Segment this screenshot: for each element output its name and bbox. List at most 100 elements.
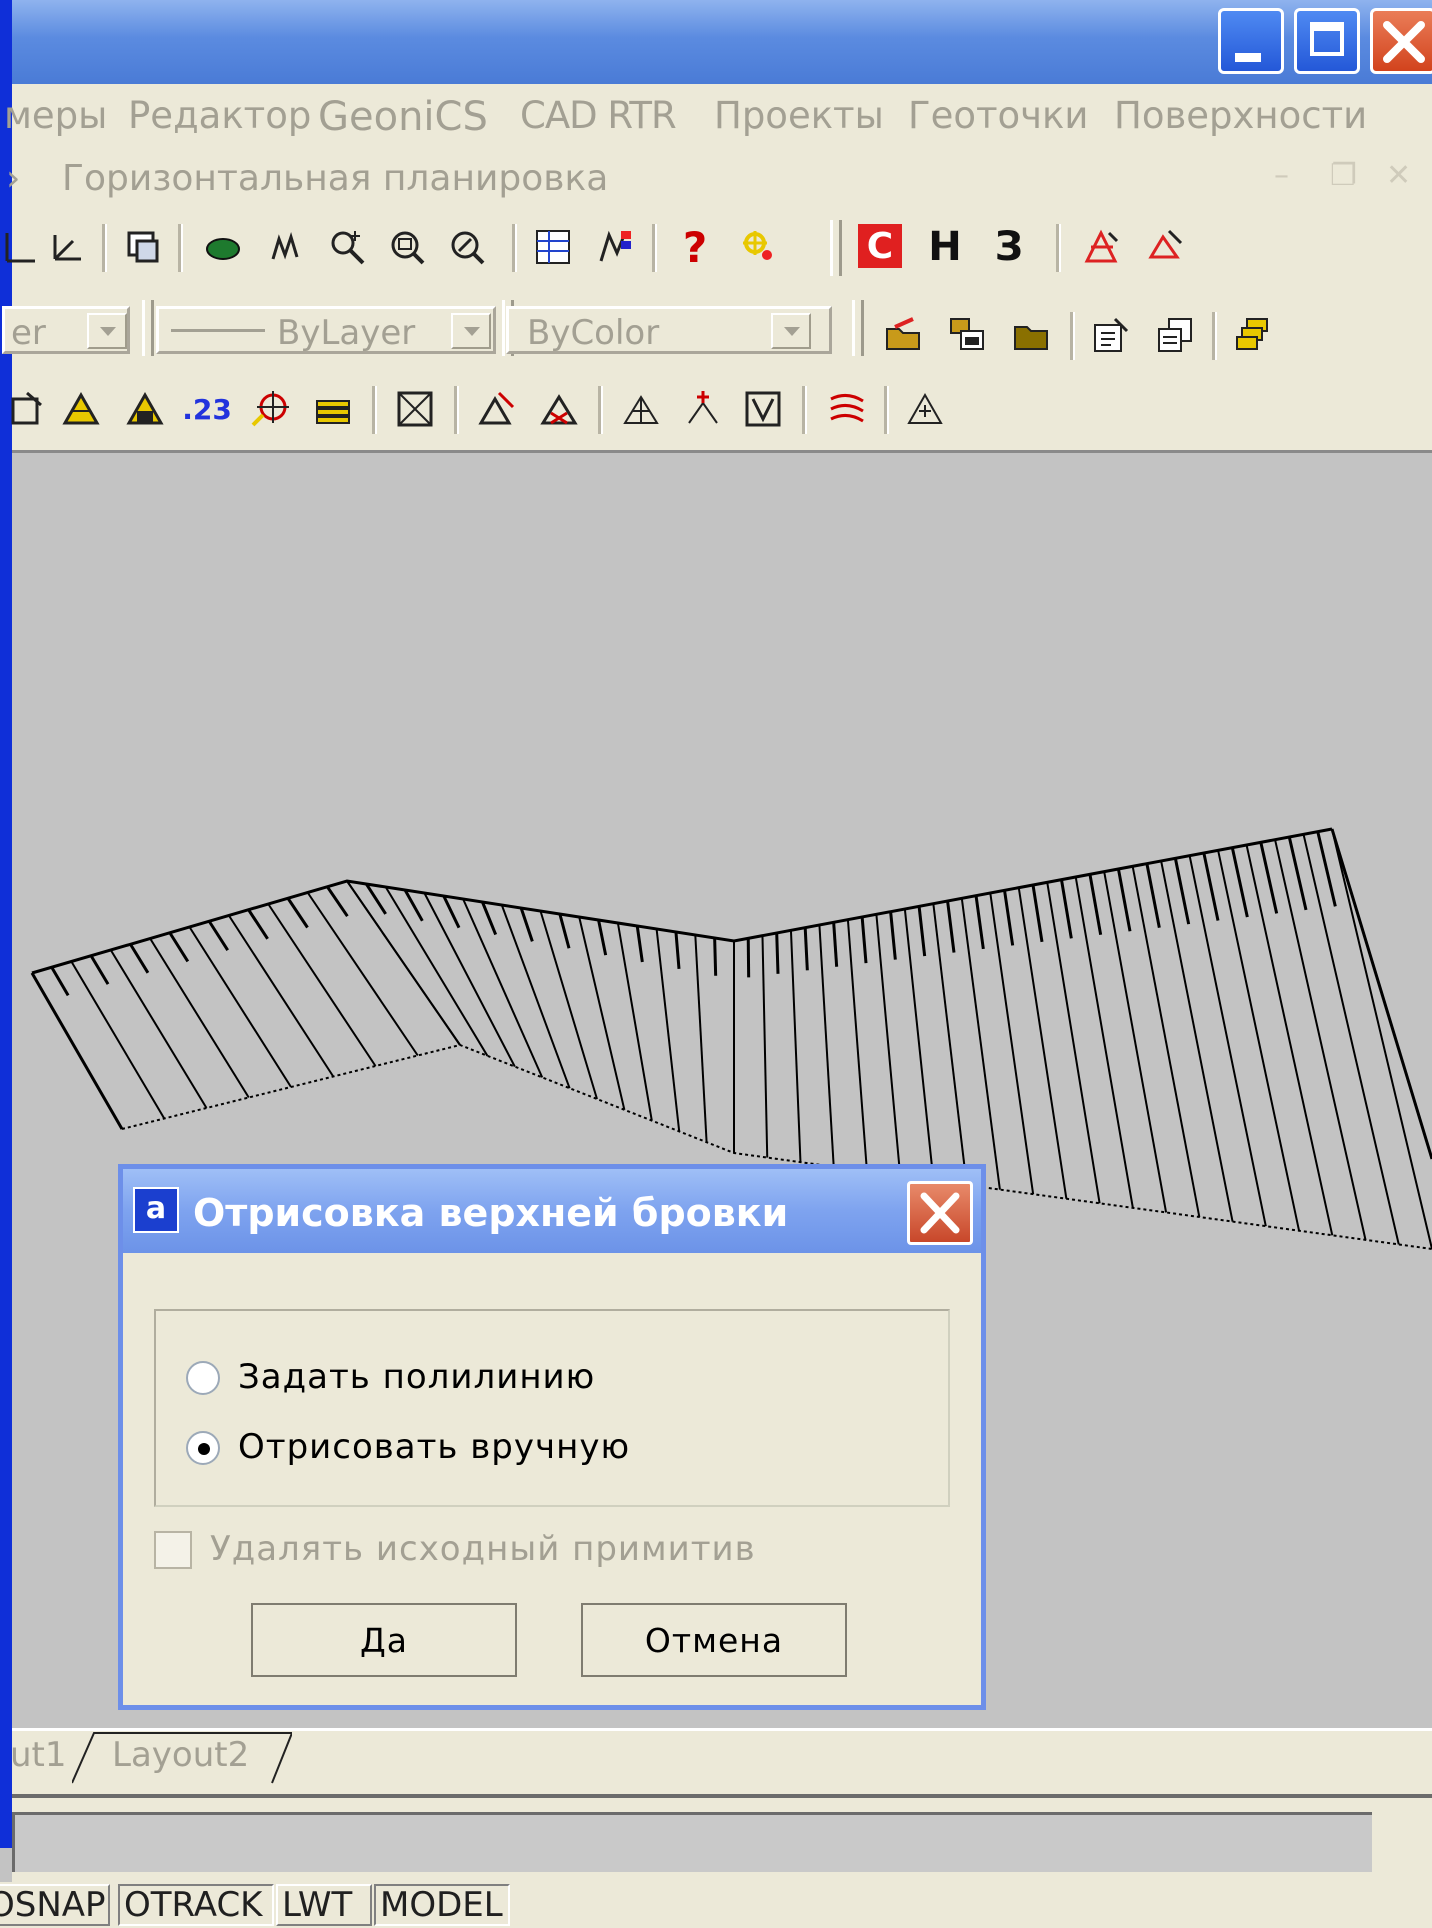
command-input[interactable] <box>12 1812 1372 1872</box>
copy-properties-icon[interactable] <box>1152 312 1198 358</box>
hatch-line <box>1088 874 1103 936</box>
help-icon[interactable]: ? <box>672 223 718 272</box>
ucs-icon[interactable] <box>0 224 44 270</box>
linetype-combo-arrow-icon[interactable] <box>451 313 491 349</box>
point-delete-icon[interactable] <box>1142 224 1188 270</box>
toolbar-area: ? C Н З er ByLayer ByColor .23 <box>2 214 1432 450</box>
hatch-line <box>903 908 935 1181</box>
autocad-window: меры Редактор GeoniCS CAD RTR Проекты Ге… <box>0 0 1432 1928</box>
hatch-line <box>694 934 708 1143</box>
hatch-line <box>1316 831 1337 907</box>
menu-item-geopoints[interactable]: Геоточки <box>908 94 1088 137</box>
zoom-realtime-icon[interactable] <box>324 224 370 270</box>
layer-combo[interactable]: er <box>2 306 130 354</box>
hatch-line <box>228 914 335 1078</box>
hatch-line <box>960 898 1001 1190</box>
delete-source-checkbox[interactable] <box>154 1531 192 1569</box>
zoom-previous-icon[interactable] <box>444 224 490 270</box>
mode-groupbox: Задать полилинию Отрисовать вручную <box>154 1309 950 1507</box>
design-center-icon[interactable] <box>592 224 638 270</box>
layer-stack-icon[interactable] <box>1230 312 1276 358</box>
status-otrack[interactable]: OTRACK <box>118 1884 274 1926</box>
slope-icon[interactable] <box>902 386 948 432</box>
menu-item-dimensions[interactable]: меры <box>4 94 107 137</box>
close-button[interactable] <box>1370 8 1432 74</box>
menu-item-projects[interactable]: Проекты <box>714 94 884 137</box>
hatch-line <box>775 932 780 974</box>
geo-c-button[interactable]: C <box>858 224 902 268</box>
menu-item-surfaces[interactable]: Поверхности <box>1114 94 1367 137</box>
window-titlebar[interactable] <box>12 0 1432 84</box>
ok-button[interactable]: Да <box>251 1603 517 1677</box>
check-box-icon[interactable] <box>740 386 786 432</box>
delete-source-option[interactable]: Удалять исходный примитив <box>154 1525 854 1575</box>
menu-item-geonics[interactable]: GeoniCS <box>318 94 488 140</box>
color-combo-arrow-icon[interactable] <box>771 313 811 349</box>
hatch-line <box>539 910 598 1100</box>
geo-z-button[interactable]: З <box>986 224 1032 270</box>
hatch-line <box>168 931 190 963</box>
crosshair-icon[interactable] <box>248 386 294 432</box>
hatch-line <box>1145 863 1161 928</box>
radio-manual[interactable] <box>186 1431 220 1465</box>
cancel-button[interactable]: Отмена <box>581 1603 847 1677</box>
tin-icon[interactable] <box>618 386 664 432</box>
folder-icon[interactable] <box>1008 312 1054 358</box>
doc-close-icon[interactable]: ✕ <box>1386 158 1411 193</box>
status-lwt[interactable]: LWT <box>276 1884 372 1926</box>
hatch-line <box>1116 868 1132 932</box>
zoom-window-icon[interactable] <box>384 224 430 270</box>
maximize-button[interactable] <box>1294 8 1360 74</box>
view-icon[interactable] <box>120 224 166 270</box>
layers-copy-icon[interactable] <box>944 312 990 358</box>
hatch-line <box>578 916 626 1111</box>
hatch-line <box>1031 884 1044 943</box>
hatch-line <box>286 897 309 929</box>
menu-item-editor[interactable]: Редактор <box>128 94 311 137</box>
hatch-line <box>89 954 110 985</box>
geo-tool-3-icon[interactable] <box>122 386 168 432</box>
properties-grid-icon[interactable] <box>530 224 576 270</box>
doc-prefix: › <box>6 158 21 199</box>
doc-restore-icon[interactable]: ❐ <box>1330 158 1357 193</box>
minimize-button[interactable] <box>1218 8 1284 74</box>
properties-icon[interactable] <box>1088 312 1134 358</box>
status-osnap[interactable]: OSNAP <box>0 1884 110 1926</box>
geo-h-button[interactable]: Н <box>922 224 968 270</box>
hatch-line <box>109 949 208 1109</box>
open-file-icon[interactable] <box>880 312 926 358</box>
doc-minimize-icon[interactable]: – <box>1274 158 1289 193</box>
point-edit-icon[interactable] <box>1078 224 1124 270</box>
hatch-line <box>188 926 292 1088</box>
dialog-close-button[interactable] <box>907 1181 973 1245</box>
status-model[interactable]: MODEL <box>374 1884 510 1926</box>
tab-layout2[interactable]: Layout2 <box>112 1735 249 1775</box>
hatch-line <box>346 880 461 1046</box>
geo-tool-1-icon[interactable] <box>4 386 50 432</box>
hatch-line <box>1287 836 1308 911</box>
add-point-icon[interactable] <box>680 386 726 432</box>
elevation-label-icon[interactable]: .23 <box>182 386 232 432</box>
option-manual-label: Отрисовать вручную <box>238 1427 631 1467</box>
tab-layout1[interactable]: ut1 <box>10 1735 67 1775</box>
dialog-titlebar[interactable]: a Отрисовка верхней бровки <box>123 1169 981 1253</box>
ucs-axis-icon[interactable] <box>44 224 90 270</box>
snap-point-icon[interactable] <box>736 224 782 270</box>
hatch-line <box>1259 842 1279 914</box>
orbit-icon[interactable] <box>200 224 246 270</box>
cross-box-icon[interactable] <box>392 386 438 432</box>
linetype-combo[interactable]: ByLayer <box>156 306 496 354</box>
color-combo[interactable]: ByColor <box>506 306 832 354</box>
pan-icon[interactable] <box>262 224 308 270</box>
contours-icon[interactable] <box>824 386 870 432</box>
hatch-line <box>403 889 424 922</box>
hatch-line <box>917 906 927 957</box>
triangle-delete-icon[interactable] <box>536 386 582 432</box>
layer-combo-arrow-icon[interactable] <box>87 313 127 349</box>
layers-stack-icon[interactable] <box>310 386 356 432</box>
geo-tool-2-icon[interactable] <box>58 386 104 432</box>
menu-item-cad-rtr[interactable]: CAD RTR <box>520 94 677 137</box>
hatch-line <box>247 908 269 940</box>
triangle-edit-icon[interactable] <box>474 386 520 432</box>
radio-polyline[interactable] <box>186 1361 220 1395</box>
